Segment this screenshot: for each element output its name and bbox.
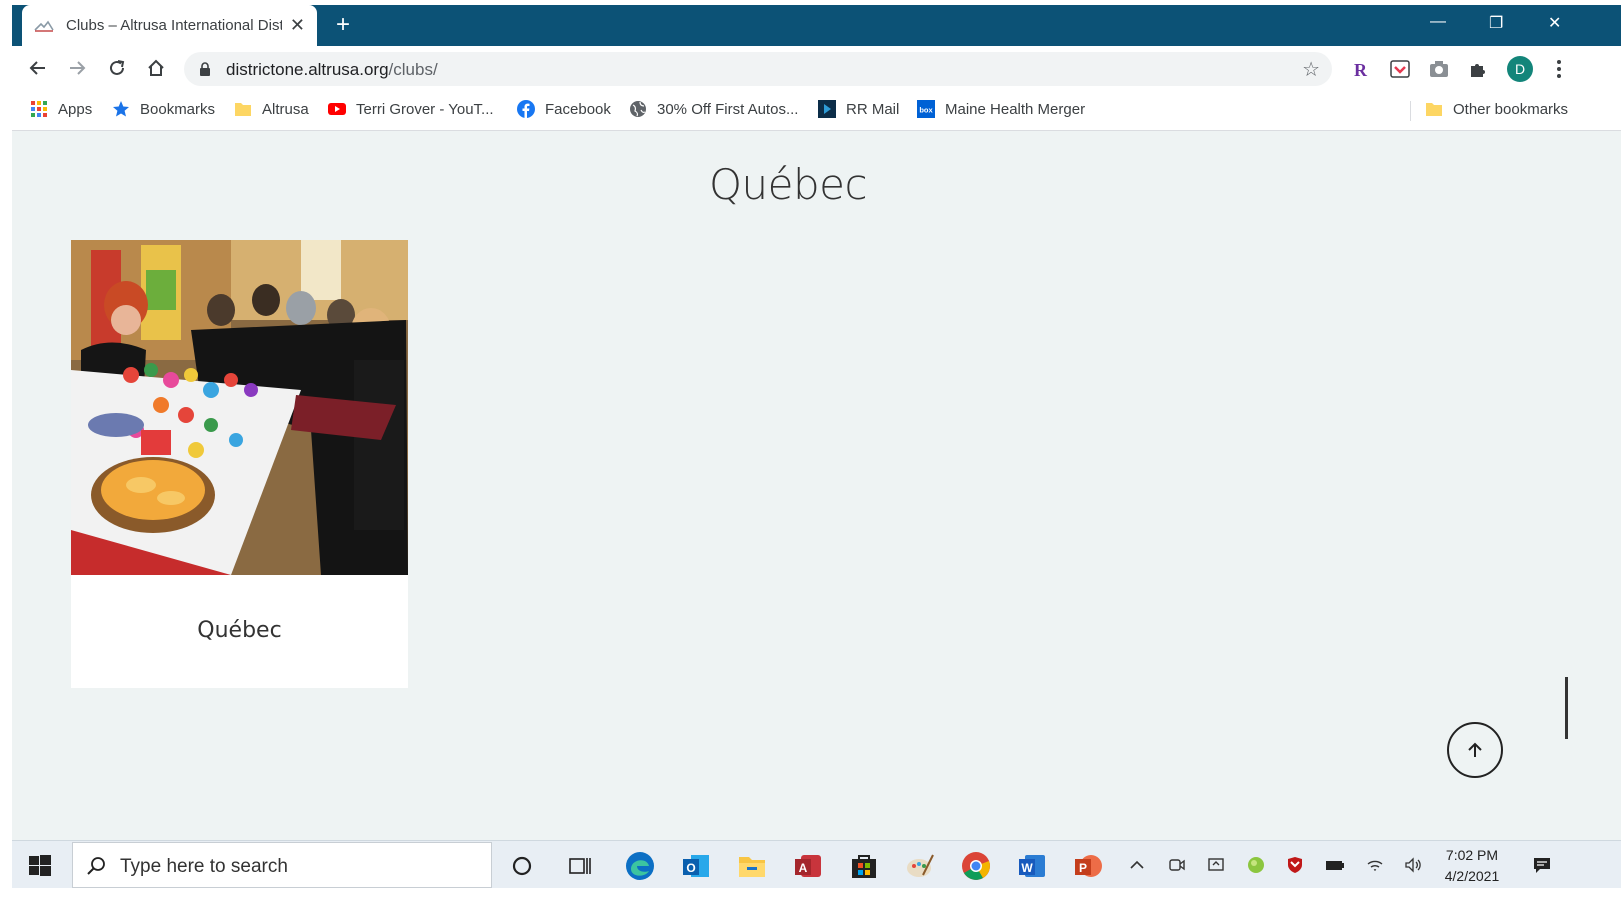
search-icon (87, 857, 105, 875)
club-name[interactable]: Québec (71, 618, 408, 643)
reload-icon[interactable] (105, 56, 129, 80)
screen-capture-icon[interactable] (1206, 855, 1226, 875)
home-icon[interactable] (144, 56, 168, 80)
tab-title: Clubs – Altrusa International Dist (66, 17, 282, 34)
scrollbar-thumb[interactable] (1565, 677, 1568, 739)
windows-start-icon[interactable] (29, 855, 51, 877)
altrusa-favicon-icon (34, 20, 54, 32)
system-clock[interactable]: 7:02 PM 4/2/2021 (1432, 845, 1512, 887)
bookmarks-bar: Apps Bookmarks Altrusa Terri Grover - Yo… (12, 91, 1621, 131)
bookmark-maine-health-merger[interactable]: box Maine Health Merger (917, 100, 1085, 118)
bookmark-star-icon[interactable]: ☆ (1302, 57, 1320, 82)
svg-text:P: P (1079, 861, 1087, 875)
show-hidden-icons-chevron-up-icon[interactable] (1127, 855, 1147, 875)
tab-close-icon[interactable]: ✕ (290, 15, 305, 36)
svg-text:A: A (799, 861, 808, 875)
outlook-icon[interactable]: O (680, 850, 712, 882)
minimize-icon[interactable]: ― (1430, 13, 1446, 31)
extensions-puzzle-icon[interactable] (1468, 58, 1490, 80)
bookmark-other-bookmarks[interactable]: Other bookmarks (1425, 100, 1568, 118)
green-tray-app-icon[interactable] (1246, 855, 1266, 875)
mcafee-shield-icon[interactable] (1285, 855, 1305, 875)
profile-avatar[interactable]: D (1506, 55, 1534, 83)
camera-extension-icon[interactable] (1428, 58, 1450, 80)
screen: Clubs – Altrusa International Dist ✕ + ―… (0, 0, 1621, 913)
clock-time: 7:02 PM (1445, 847, 1499, 863)
bookmark-terri-grover-youtube[interactable]: Terri Grover - YouT... (328, 100, 494, 118)
notifications-icon[interactable] (1532, 855, 1552, 875)
store-icon[interactable] (848, 850, 880, 882)
tab-bar: Clubs – Altrusa International Dist ✕ + ―… (12, 5, 1621, 46)
restore-icon[interactable]: ❐ (1489, 13, 1503, 33)
bookmark-rr-mail[interactable]: RR Mail (818, 100, 899, 118)
svg-text:R: R (1354, 60, 1368, 80)
globe-icon (630, 101, 646, 117)
clock-date: 4/2/2021 (1444, 868, 1500, 884)
svg-text:D: D (1515, 61, 1525, 77)
edge-icon[interactable] (624, 850, 656, 882)
bookmarks-divider (1410, 101, 1411, 121)
battery-icon[interactable] (1325, 855, 1345, 875)
wifi-icon[interactable] (1365, 855, 1385, 875)
facebook-icon (517, 100, 535, 118)
access-icon[interactable]: A (792, 850, 824, 882)
windows-taskbar: Type here to search O A W P 7:02 PM 4/2/… (12, 840, 1621, 888)
meet-now-icon[interactable] (1167, 855, 1187, 875)
screen-bottom-edge (0, 888, 1621, 913)
rr-mail-icon (818, 100, 836, 118)
club-card[interactable]: Québec (71, 240, 408, 688)
bookmark-altrusa[interactable]: Altrusa (234, 100, 309, 118)
arrow-up-icon (1468, 742, 1482, 757)
browser-window: Clubs – Altrusa International Dist ✕ + ―… (12, 5, 1621, 843)
club-photo[interactable] (71, 240, 408, 575)
forward-icon[interactable] (65, 56, 89, 80)
close-window-icon[interactable]: ✕ (1548, 13, 1561, 33)
youtube-icon (328, 103, 346, 115)
file-explorer-icon[interactable] (736, 850, 768, 882)
cortana-icon[interactable] (506, 850, 538, 882)
bookmark-bookmarks[interactable]: Bookmarks (112, 100, 215, 118)
bookmark-facebook[interactable]: Facebook (517, 100, 611, 118)
taskbar-search-box[interactable]: Type here to search (72, 842, 492, 888)
browser-tab[interactable]: Clubs – Altrusa International Dist ✕ (22, 5, 317, 46)
svg-text:W: W (1021, 861, 1033, 875)
url-text[interactable]: districtone.altrusa.org/clubs/ (226, 60, 438, 80)
search-placeholder: Type here to search (120, 856, 288, 877)
powerpoint-icon[interactable]: P (1072, 850, 1104, 882)
lock-icon[interactable] (199, 62, 211, 76)
apps-grid-icon (31, 101, 47, 117)
folder-icon (235, 103, 251, 116)
back-icon[interactable] (26, 56, 50, 80)
star-icon (113, 101, 129, 117)
bookmark-apps[interactable]: Apps (30, 100, 92, 118)
svg-text:box: box (919, 106, 933, 115)
chrome-menu-icon[interactable] (1548, 58, 1570, 80)
desktop-edge (0, 0, 12, 913)
box-icon: box (917, 100, 935, 118)
page-content: Québec Québec (12, 132, 1621, 843)
new-tab-button[interactable]: + (330, 13, 356, 39)
pocket-extension-icon[interactable] (1389, 58, 1411, 80)
folder-icon (1426, 103, 1442, 116)
bookmark-30-off-first-autos[interactable]: 30% Off First Autos... (629, 100, 798, 118)
task-view-icon[interactable] (564, 850, 596, 882)
browser-toolbar: districtone.altrusa.org/clubs/ ☆ R D (12, 46, 1621, 91)
word-icon[interactable]: W (1016, 850, 1048, 882)
back-to-top-button[interactable] (1447, 722, 1503, 778)
paint-icon[interactable] (904, 850, 936, 882)
address-bar[interactable]: districtone.altrusa.org/clubs/ ☆ (184, 52, 1332, 86)
page-title: Québec (708, 160, 868, 209)
r-extension-icon[interactable]: R (1349, 58, 1371, 80)
volume-icon[interactable] (1403, 855, 1423, 875)
chrome-icon[interactable] (960, 850, 992, 882)
svg-text:O: O (686, 861, 695, 875)
